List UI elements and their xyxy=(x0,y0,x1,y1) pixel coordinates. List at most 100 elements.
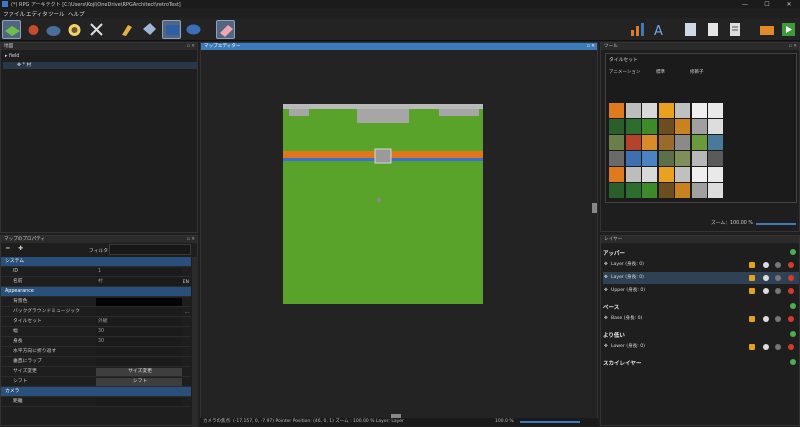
property-value[interactable] xyxy=(96,298,182,306)
tileset-tile[interactable] xyxy=(609,103,624,118)
ellipse-button[interactable] xyxy=(184,20,203,39)
tileset-tile[interactable] xyxy=(642,103,657,118)
tileset-tile[interactable] xyxy=(708,135,723,150)
delete-icon[interactable] xyxy=(788,275,794,281)
settings-icon[interactable] xyxy=(775,275,781,281)
menu-tools[interactable]: ツール xyxy=(48,10,65,18)
add-layer-icon[interactable] xyxy=(790,359,796,365)
tileset-tile[interactable] xyxy=(609,119,624,134)
layer-group[interactable]: アッパー xyxy=(603,249,625,257)
tileset-tile[interactable] xyxy=(691,135,707,150)
status-zoom-slider[interactable] xyxy=(520,421,580,423)
play-button[interactable] xyxy=(779,20,798,39)
property-scrollbar[interactable] xyxy=(192,257,198,427)
tileset-tile[interactable] xyxy=(609,135,624,150)
settings-icon[interactable] xyxy=(775,344,781,350)
rectangle-button[interactable] xyxy=(162,20,181,39)
layer-item[interactable]: ✥ Layer (身長: 0) xyxy=(603,272,799,284)
property-value[interactable] xyxy=(96,348,182,356)
tileset-tile[interactable] xyxy=(625,151,641,166)
eye-icon[interactable] xyxy=(763,316,769,322)
collapse-icon[interactable]: ━ xyxy=(6,245,10,252)
tileset-tile[interactable] xyxy=(691,103,707,118)
tileset-tile[interactable] xyxy=(658,119,674,134)
tileset-tile[interactable] xyxy=(691,151,707,166)
tileset-tile[interactable] xyxy=(625,103,641,118)
filter-input[interactable] xyxy=(109,244,191,255)
tileset-tile[interactable] xyxy=(642,119,657,134)
tileset-tile[interactable] xyxy=(675,167,690,182)
tree-item-field[interactable]: ▸ field xyxy=(5,54,19,59)
settings-icon[interactable] xyxy=(775,288,781,294)
layer-group[interactable]: より低い xyxy=(603,331,625,339)
settings-icon[interactable] xyxy=(775,262,781,268)
plus-icon[interactable]: ✚ xyxy=(18,245,23,252)
layer-group[interactable]: スカイレイヤー xyxy=(603,359,641,367)
layer-item[interactable]: ✥ Base (身長: 0) xyxy=(603,313,799,325)
tileset-tile[interactable] xyxy=(658,135,674,150)
zoom-slider[interactable] xyxy=(756,223,796,225)
brush-button[interactable] xyxy=(118,20,137,39)
list-button[interactable] xyxy=(725,20,744,39)
text-button[interactable]: A xyxy=(650,20,669,39)
property-value[interactable]: シフト xyxy=(96,378,182,386)
tileset-tile[interactable] xyxy=(675,183,690,198)
delete-icon[interactable] xyxy=(788,316,794,322)
tileset-tile[interactable] xyxy=(691,119,707,134)
script-button[interactable] xyxy=(681,20,700,39)
tileset-tile[interactable] xyxy=(691,167,707,182)
lock-icon[interactable] xyxy=(749,288,755,294)
map-canvas[interactable] xyxy=(283,104,483,304)
tileset-tile[interactable] xyxy=(658,183,674,198)
lock-icon[interactable] xyxy=(749,316,755,322)
lock-icon[interactable] xyxy=(749,275,755,281)
delete-icon[interactable] xyxy=(788,344,794,350)
terrain-button[interactable] xyxy=(44,20,63,39)
menu-file[interactable]: ファイル xyxy=(3,10,25,18)
property-value[interactable] xyxy=(96,358,182,366)
tileset-tile[interactable] xyxy=(658,151,674,166)
tileset-tile[interactable] xyxy=(609,183,624,198)
layer-item[interactable]: ✥ Upper (身長: 0) xyxy=(603,285,799,297)
property-value[interactable]: 外観 xyxy=(96,318,182,326)
property-category[interactable]: カメラ xyxy=(1,387,191,397)
delete-icon[interactable] xyxy=(788,262,794,268)
property-value[interactable]: 1 xyxy=(96,268,182,276)
tab-modifier[interactable]: 修飾子 xyxy=(690,69,704,75)
panel-controls[interactable]: ▫ ✕ xyxy=(587,43,595,50)
tileset-tile[interactable] xyxy=(708,119,723,134)
tileset-tile[interactable] xyxy=(708,167,723,182)
tileset-grid[interactable] xyxy=(609,103,727,200)
event-mode-button[interactable] xyxy=(24,20,43,39)
eye-icon[interactable] xyxy=(763,288,769,294)
map-mode-button[interactable] xyxy=(2,20,21,39)
export-button[interactable] xyxy=(628,20,647,39)
add-layer-icon[interactable] xyxy=(790,331,796,337)
delete-icon[interactable] xyxy=(788,288,794,294)
tileset-tile[interactable] xyxy=(675,103,690,118)
menu-editor[interactable]: エディタ xyxy=(26,10,48,18)
lock-icon[interactable] xyxy=(749,262,755,268)
tab-standard[interactable]: 標準 xyxy=(656,69,665,75)
panel-controls[interactable]: ▫ ✕ xyxy=(789,43,797,50)
tileset-tile[interactable] xyxy=(625,183,641,198)
tileset-tile[interactable] xyxy=(708,151,723,166)
property-value[interactable]: 村 xyxy=(96,278,182,286)
eye-icon[interactable] xyxy=(763,344,769,350)
tools-button[interactable] xyxy=(87,20,106,39)
property-category[interactable]: システム xyxy=(1,257,191,267)
tileset-tile[interactable] xyxy=(658,167,674,182)
property-value[interactable]: 30 xyxy=(96,328,182,336)
ring-button[interactable] xyxy=(65,20,84,39)
panel-controls[interactable]: ▫ ✕ xyxy=(187,236,195,243)
tab-animation[interactable]: アニメーション xyxy=(609,69,640,75)
layer-group[interactable]: ベース xyxy=(603,303,619,311)
property-category[interactable]: Appearance xyxy=(1,287,191,297)
tileset-tile[interactable] xyxy=(658,103,674,118)
eraser-button[interactable] xyxy=(216,20,235,39)
layer-item[interactable]: ✥ Layer (身長: 0) xyxy=(603,259,799,271)
maximize-button[interactable]: ☐ xyxy=(756,0,778,9)
tileset-tile[interactable] xyxy=(708,183,723,198)
minimize-button[interactable]: — xyxy=(734,0,756,9)
settings-icon[interactable] xyxy=(775,316,781,322)
